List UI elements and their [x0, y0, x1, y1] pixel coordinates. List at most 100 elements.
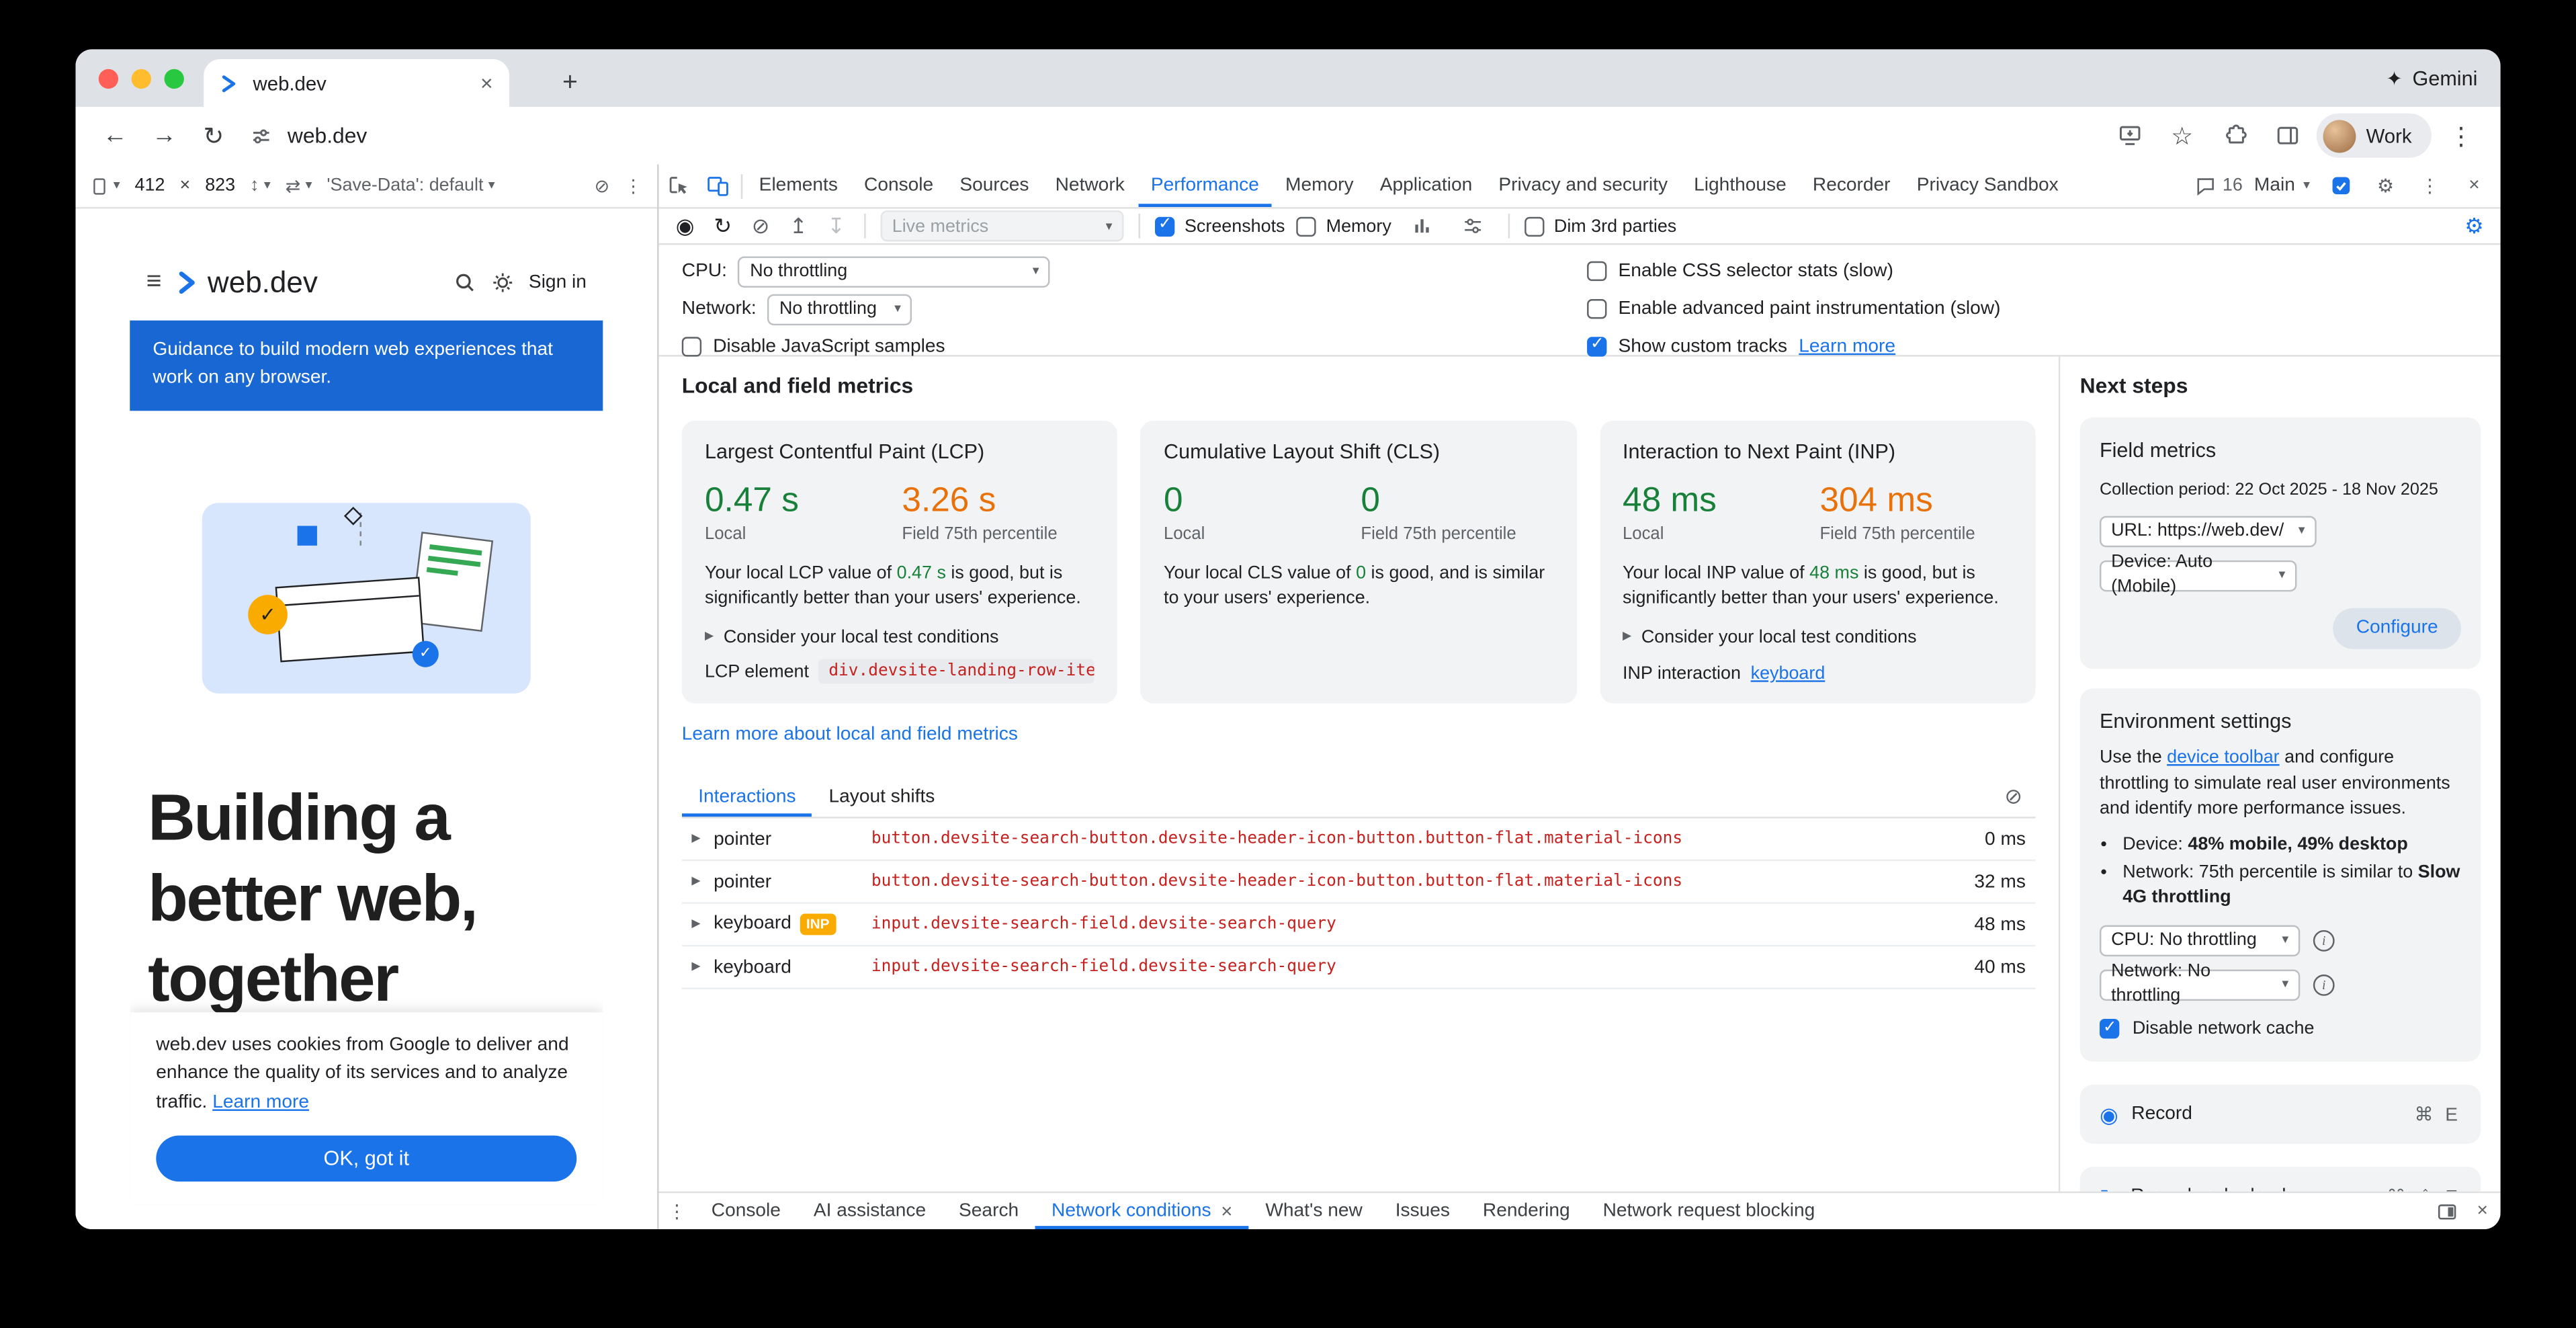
drawer-tab-network-conditions[interactable]: Network conditions × [1035, 1193, 1249, 1229]
network-throttling-select[interactable]: No throttling ▾ [768, 293, 912, 324]
devtools-tab-memory[interactable]: Memory [1272, 165, 1367, 208]
drawer-tab-whats-new[interactable]: What's new [1249, 1193, 1379, 1229]
lcp-element-link[interactable]: div.devsite-landing-row-item-d… [819, 659, 1095, 684]
bookmark-star-button[interactable]: ☆ [2159, 112, 2205, 158]
cpu-info-icon[interactable]: i [2313, 929, 2335, 951]
devtools-settings-button[interactable]: ⚙ [2366, 174, 2405, 197]
devtools-tab-recorder[interactable]: Recorder [1799, 165, 1903, 208]
lcp-consider-disclosure[interactable]: ▶ Consider your local test conditions [705, 628, 1094, 647]
inp-interaction-link[interactable]: keyboard [1751, 664, 1826, 683]
zoom-select[interactable]: ↕ ▾ [250, 176, 271, 196]
paint-instrumentation-checkbox-box[interactable] [1587, 299, 1606, 319]
drawer-tab-search[interactable]: Search [943, 1193, 1035, 1229]
tab-close-icon[interactable]: × [480, 71, 493, 95]
interactions-tab[interactable]: Interactions [682, 778, 812, 817]
network-info-icon[interactable]: i [2313, 974, 2335, 995]
side-panel-button[interactable] [2264, 112, 2310, 158]
close-window-button[interactable] [99, 68, 118, 87]
search-icon[interactable] [453, 271, 476, 294]
show-custom-tracks-checkbox-box[interactable] [1587, 337, 1606, 356]
interaction-selector[interactable]: input.devsite-search-field.devsite-searc… [871, 915, 1937, 933]
sign-in-link[interactable]: Sign in [529, 273, 587, 292]
sidebar-network-select[interactable]: Network: No throttling▾ [2100, 969, 2300, 1000]
stats-button[interactable] [1403, 215, 1443, 237]
devtools-tab-console[interactable]: Console [851, 165, 946, 208]
interaction-selector[interactable]: button.devsite-search-button.devsite-hea… [871, 872, 1937, 890]
devtools-tab-sources[interactable]: Sources [947, 165, 1042, 208]
drawer-close-button[interactable]: × [2464, 1193, 2501, 1229]
profile-button[interactable]: Work [2317, 114, 2432, 158]
css-selector-stats-checkbox[interactable]: Enable CSS selector stats (slow) [1587, 256, 2000, 286]
devtools-tab-privacy-security[interactable]: Privacy and security [1486, 165, 1681, 208]
clear-recording-button[interactable]: ⊘ [748, 215, 774, 237]
drawer-tab-network-request-blocking[interactable]: Network request blocking [1586, 1193, 1832, 1229]
disclosure-triangle-icon[interactable]: ▶ [691, 833, 700, 845]
viewport-height-field[interactable]: 823 [205, 176, 235, 196]
drawer-tab-issues[interactable]: Issues [1379, 1193, 1466, 1229]
clear-interactions-button[interactable]: ⊘ [2004, 784, 2035, 810]
interaction-row[interactable]: ▶ keyboard input.devsite-search-field.de… [682, 946, 2036, 989]
cookie-learn-more-link[interactable]: Learn more [212, 1093, 309, 1113]
capture-settings-gear-button[interactable]: ⚙ [2461, 215, 2487, 237]
devtools-close-button[interactable]: × [2454, 176, 2494, 196]
record-and-reload-button[interactable]: ↻ [710, 215, 736, 237]
extensions-button[interactable] [2212, 112, 2258, 158]
devtools-tab-network[interactable]: Network [1042, 165, 1137, 208]
toggle-device-toolbar-button[interactable] [698, 165, 738, 208]
drawer-menu-button[interactable]: ⋮ [659, 1193, 695, 1229]
back-button[interactable]: ← [92, 112, 138, 158]
load-profile-button[interactable]: ↥ [785, 215, 812, 237]
browser-menu-button[interactable]: ⋮ [2438, 112, 2484, 158]
zoom-window-button[interactable] [165, 68, 184, 87]
field-device-select[interactable]: Device: Auto (Mobile)▾ [2100, 561, 2296, 591]
new-tab-button[interactable]: + [549, 63, 592, 106]
execution-context-select[interactable]: Main ▾ [2247, 176, 2317, 196]
devtools-tab-application[interactable]: Application [1367, 165, 1486, 208]
layout-shifts-tab[interactable]: Layout shifts [812, 778, 951, 817]
device-toolbar-link[interactable]: device toolbar [2167, 749, 2279, 768]
viewport-width-field[interactable]: 412 [135, 176, 165, 196]
configure-button[interactable]: Configure [2333, 608, 2460, 649]
record-card-button[interactable]: ◉ Record ⌘ E [2080, 1085, 2481, 1144]
devtools-tab-performance[interactable]: Performance [1137, 165, 1272, 208]
extension-panel-button[interactable] [2321, 174, 2361, 197]
dim-3rd-parties-checkbox[interactable]: Dim 3rd parties [1525, 216, 1676, 236]
minimize-window-button[interactable] [132, 68, 151, 87]
extra-options-button[interactable] [1454, 215, 1494, 237]
interaction-row[interactable]: ▶ pointer button.devsite-search-button.d… [682, 861, 2036, 904]
disable-network-cache-checkbox[interactable]: Disable network cache [2100, 1017, 2461, 1042]
cookie-accept-button[interactable]: OK, got it [156, 1136, 576, 1181]
record-button[interactable]: ◉ [672, 215, 698, 237]
history-select[interactable]: Live metrics ▾ [881, 210, 1124, 241]
memory-checkbox[interactable]: Memory [1297, 216, 1391, 236]
cpu-throttling-select[interactable]: No throttling ▾ [738, 255, 1051, 286]
expand-drawer-button[interactable] [2428, 1193, 2464, 1229]
disclosure-triangle-icon[interactable]: ▶ [691, 919, 700, 930]
interaction-selector[interactable]: button.devsite-search-button.devsite-hea… [871, 830, 1937, 848]
site-info-icon[interactable] [250, 124, 273, 147]
disable-js-samples-checkbox-box[interactable] [682, 337, 701, 356]
dim-3rd-parties-checkbox-box[interactable] [1525, 216, 1544, 236]
theme-toggle-icon[interactable] [491, 271, 514, 294]
devtools-tab-privacy-sandbox[interactable]: Privacy Sandbox [1903, 165, 2071, 208]
custom-tracks-learn-more-link[interactable]: Learn more [1799, 337, 1895, 356]
inspect-element-button[interactable] [659, 165, 699, 208]
device-type-select[interactable]: ▾ [90, 177, 120, 195]
interaction-selector[interactable]: input.devsite-search-field.devsite-searc… [871, 958, 1937, 977]
device-toolbar-menu-button[interactable]: ⋮ [624, 175, 642, 196]
device-throttling-button[interactable]: ⊘ [595, 175, 610, 196]
orientation-select[interactable]: ⇄ ▾ [286, 175, 312, 196]
webdev-logo[interactable]: web.dev [176, 265, 317, 300]
memory-checkbox-box[interactable] [1297, 216, 1316, 236]
interaction-row[interactable]: ▶ keyboard INP input.devsite-search-fiel… [682, 904, 2036, 947]
disable-network-cache-checkbox-box[interactable] [2100, 1020, 2119, 1039]
install-app-button[interactable] [2106, 112, 2152, 158]
interaction-row[interactable]: ▶ pointer button.devsite-search-button.d… [682, 819, 2036, 862]
paint-instrumentation-checkbox[interactable]: Enable advanced paint instrumentation (s… [1587, 294, 2000, 324]
devtools-tab-elements[interactable]: Elements [746, 165, 851, 208]
gemini-button[interactable]: ✦ Gemini [2386, 49, 2477, 107]
forward-button[interactable]: → [141, 112, 187, 158]
sidebar-cpu-select[interactable]: CPU: No throttling▾ [2100, 925, 2300, 956]
field-url-select[interactable]: URL: https://web.dev/▾ [2100, 516, 2317, 547]
screenshots-checkbox-box[interactable] [1155, 216, 1174, 236]
